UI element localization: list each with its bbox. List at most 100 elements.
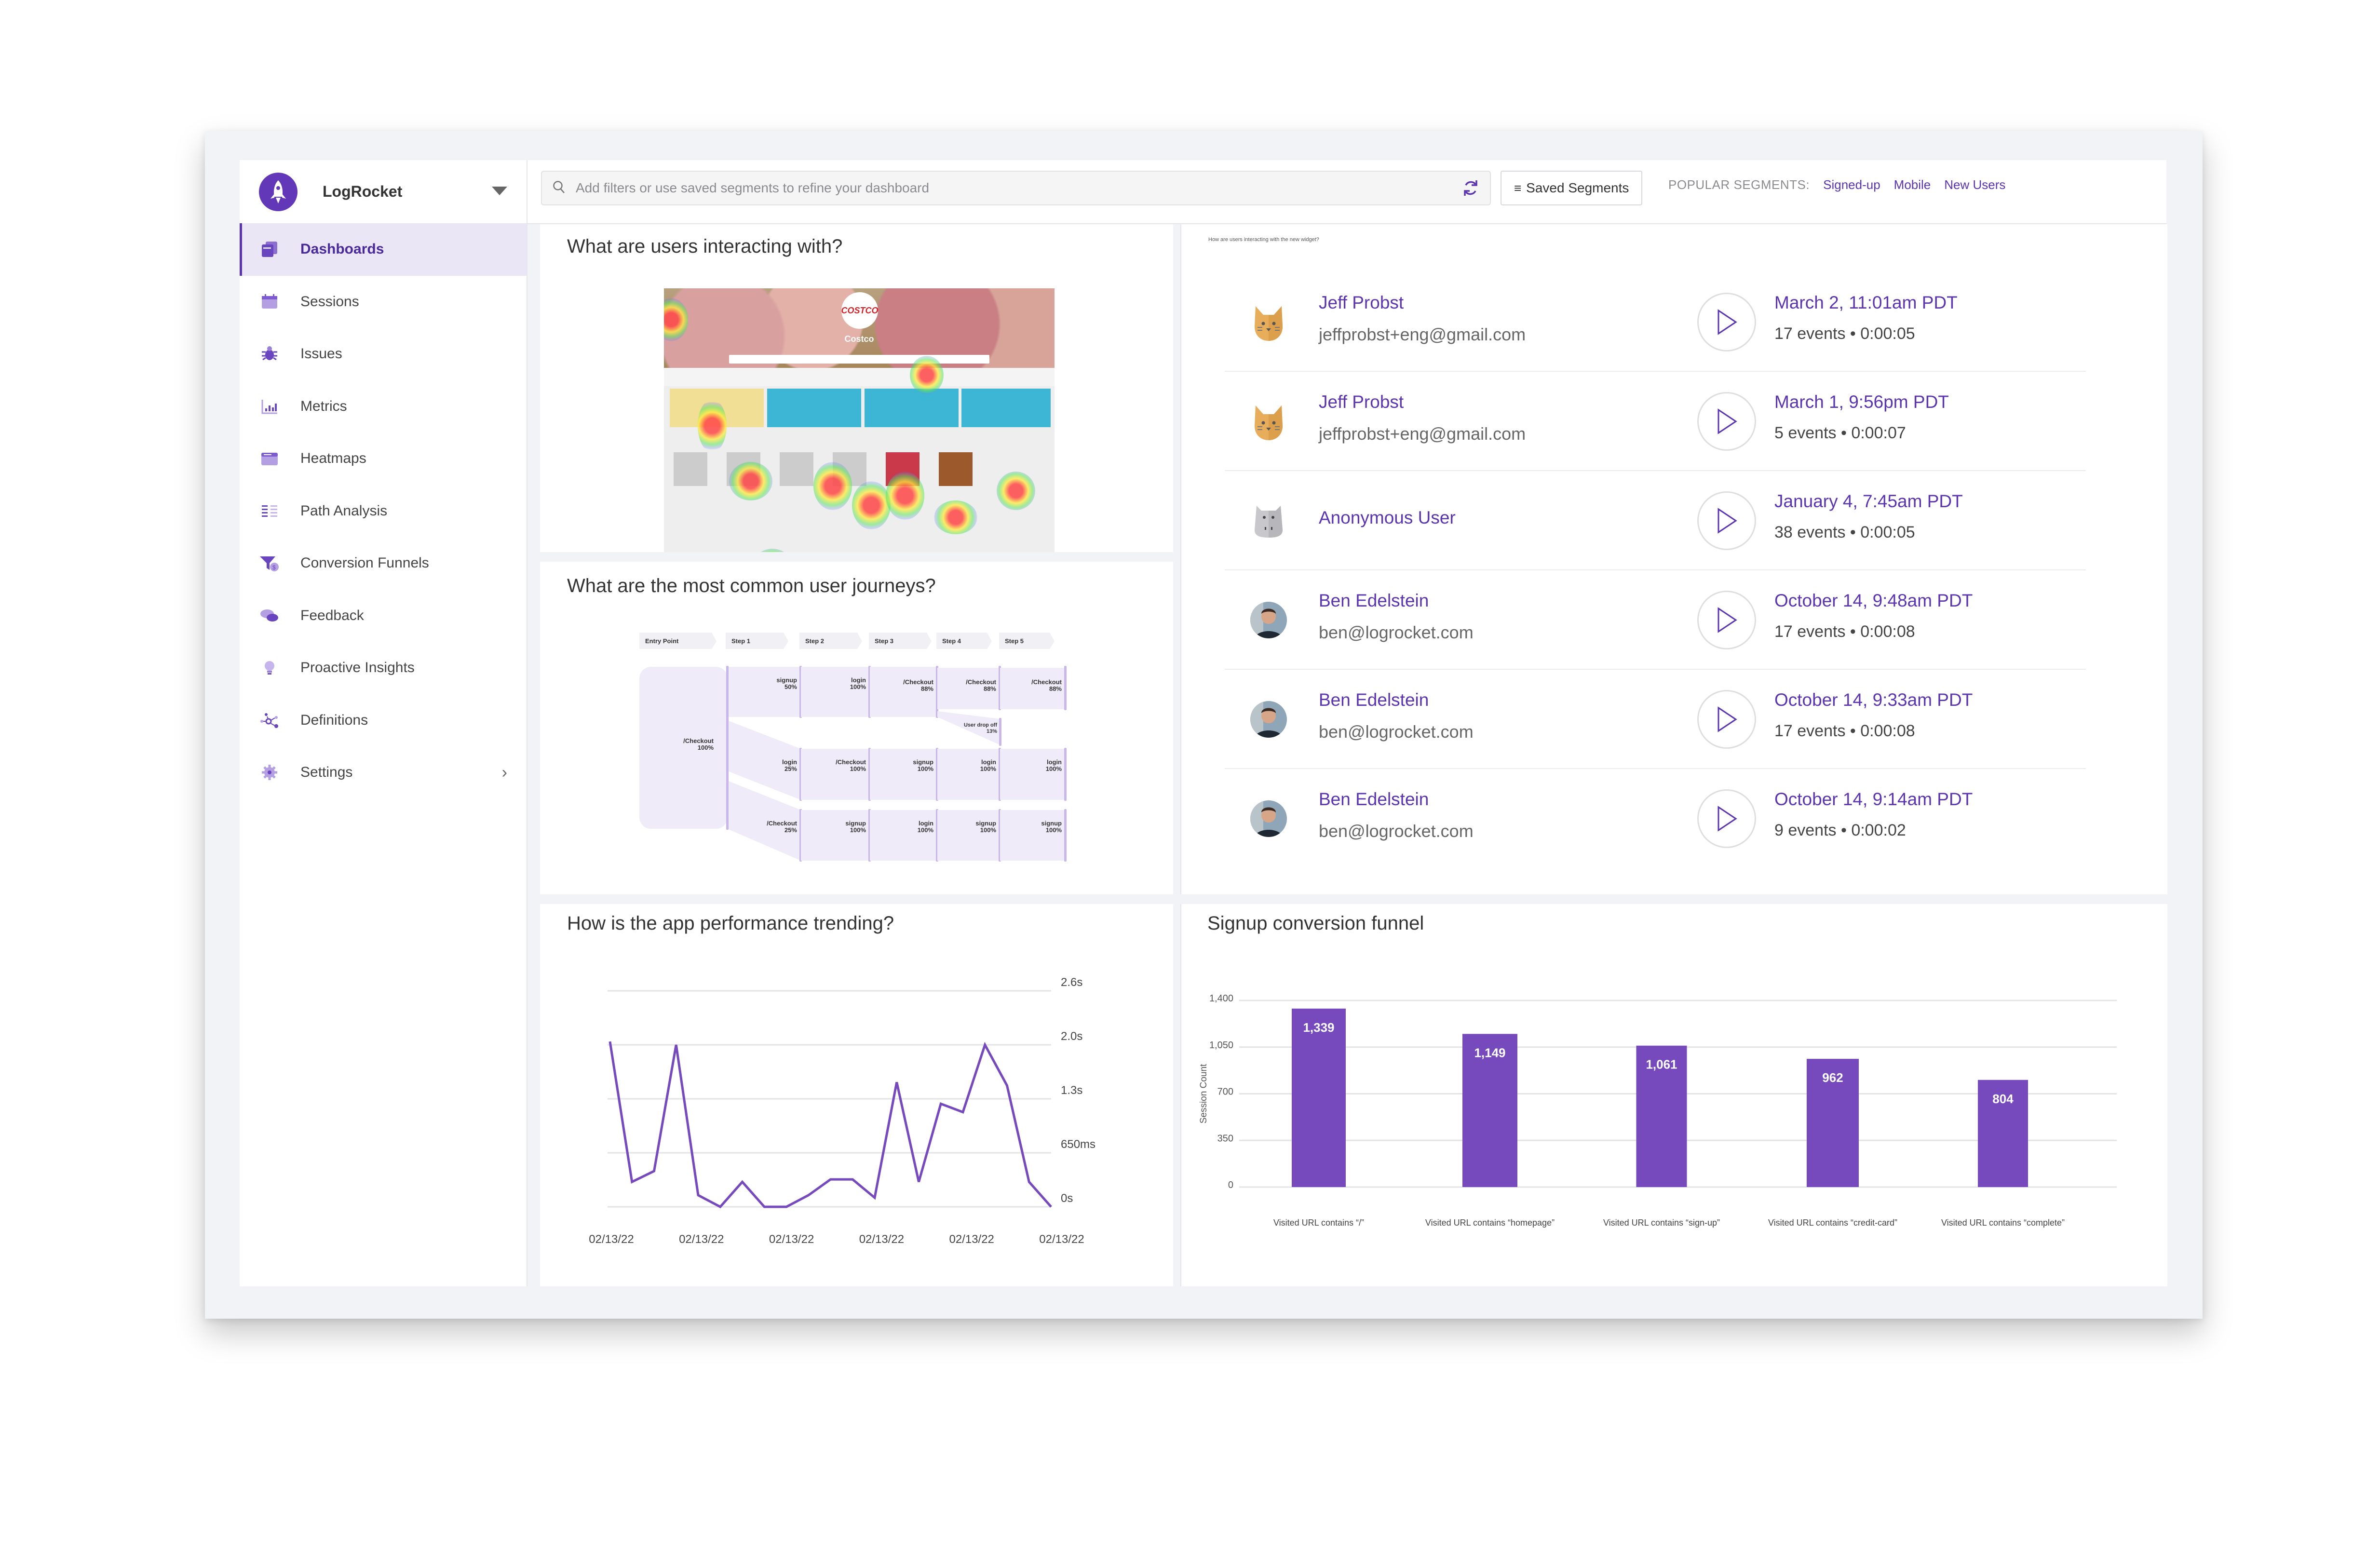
sidebar-item-label: Path Analysis [300, 502, 388, 519]
y-tick-label: 0s [1061, 1192, 1073, 1205]
play-icon [1717, 309, 1737, 335]
heat-blob [910, 356, 944, 394]
session-date-link[interactable]: March 1, 9:56pm PDT [1774, 392, 1949, 412]
user-email: ben@logrocket.com [1319, 821, 1474, 841]
flow-ribbon [870, 749, 937, 800]
x-category-label: Visited URL contains “sign-up” [1603, 1218, 1720, 1228]
step-label: Entry Point [645, 637, 679, 645]
x-tick-label: 02/13/22 [949, 1233, 994, 1246]
node-pct: 25% [784, 765, 797, 772]
sidebar-item-issues[interactable]: Issues [240, 328, 527, 380]
session-row[interactable]: Jeff Probst jeffprobst+eng@gmail.com March… [1225, 372, 2086, 471]
cat-avatar-icon [1249, 302, 1288, 342]
y-tick-label: 1,050 [1209, 1040, 1233, 1051]
play-session-button[interactable] [1697, 293, 1756, 351]
session-date-link[interactable]: October 14, 9:14am PDT [1774, 789, 1973, 810]
filter-search-input[interactable]: Add filters or use saved segments to ref… [541, 171, 1491, 205]
session-row[interactable]: Jeff Probst jeffprobst+eng@gmail.com March… [1225, 272, 2086, 372]
session-date-link[interactable]: January 4, 7:45am PDT [1774, 491, 1963, 512]
sidebar-item-proactive-insights[interactable]: Proactive Insights [240, 642, 527, 694]
x-tick-label: 02/13/22 [589, 1233, 634, 1246]
segment-link-mobile[interactable]: Mobile [1894, 177, 1931, 192]
product-tile [674, 452, 707, 486]
session-row[interactable]: Anonymous User January 4, 7:45am PDT 38 ev… [1225, 471, 2086, 570]
sidebar-item-dashboards[interactable]: Dashboards [240, 223, 527, 276]
flow-ribbon [801, 667, 870, 717]
heat-blob [751, 549, 794, 552]
play-icon [1717, 408, 1737, 434]
funnel-dollar-icon: $ [259, 553, 280, 574]
performance-line-chart: 0s 650ms 1.3s 2.0s 2.6s 02/13/22 02/13/22 02/13… [589, 976, 1095, 1246]
step-label: Step 2 [805, 637, 824, 645]
user-name-link[interactable]: Ben Edelstein [1319, 591, 1429, 611]
popular-segments-label: POPULAR SEGMENTS: [1668, 177, 1810, 192]
sessions-panel: How are users interacting with the new w… [1180, 224, 2167, 894]
y-tick-label: 1,400 [1209, 993, 1233, 1004]
x-category-label: Visited URL contains “complete” [1941, 1218, 2065, 1228]
play-session-button[interactable] [1697, 392, 1756, 451]
user-name-link[interactable]: Jeff Probst [1319, 392, 1404, 412]
performance-panel: How is the app performance trending? 0s 6… [540, 904, 1173, 1286]
svg-text:$: $ [272, 564, 276, 571]
cat-avatar-icon [1249, 402, 1288, 441]
session-date-link[interactable]: October 14, 9:48am PDT [1774, 591, 1973, 611]
saved-segments-button[interactable]: ≡ Saved Segments [1501, 171, 1643, 205]
bug-icon [259, 343, 280, 365]
play-session-button[interactable] [1697, 789, 1756, 848]
sidebar-item-feedback[interactable]: Feedback [240, 590, 527, 642]
store-name: Costco [844, 334, 874, 344]
play-session-button[interactable] [1697, 690, 1756, 749]
node-label: /Checkout [966, 678, 997, 686]
session-row[interactable]: Ben Edelstein ben@logrocket.com October 14… [1225, 670, 2086, 769]
hippo-avatar-icon [1249, 501, 1288, 540]
play-session-button[interactable] [1697, 591, 1756, 649]
heatmap-panel: What are users interacting with? COSTCO … [540, 224, 1173, 552]
browser-window-icon [259, 448, 280, 469]
chevron-right-icon[interactable]: › [502, 763, 507, 782]
sidebar-item-definitions[interactable]: Definitions [240, 694, 527, 747]
session-date-link[interactable]: October 14, 9:33am PDT [1774, 690, 1973, 710]
node-pct: 100% [850, 826, 866, 834]
sidebar-item-label: Feedback [300, 607, 364, 623]
dropoff-label: User drop off [964, 722, 997, 728]
widget-note: How are users interacting with the new w… [1208, 237, 1319, 243]
sidebar-item-settings[interactable]: Settings › [240, 746, 527, 799]
node-label: /Checkout [1031, 678, 1062, 686]
sidebar-item-heatmaps[interactable]: Heatmaps [240, 432, 527, 485]
y-tick-label: 350 [1217, 1133, 1233, 1144]
segment-link-new-users[interactable]: New Users [1944, 177, 2005, 192]
node-pct: 100% [1046, 765, 1062, 772]
heat-blob [886, 472, 924, 520]
step-label: Step 1 [731, 637, 750, 645]
heatmap-preview[interactable]: COSTCO Costco [664, 288, 1055, 552]
user-name-link[interactable]: Ben Edelstein [1319, 789, 1429, 810]
sidebar-item-conversion-funnels[interactable]: $ Conversion Funnels [240, 537, 527, 590]
session-row[interactable]: Ben Edelstein ben@logrocket.com October 14… [1225, 769, 2086, 867]
chat-bubbles-icon [259, 605, 280, 626]
caret-down-icon[interactable] [492, 187, 507, 195]
play-icon [1717, 607, 1737, 633]
node-bar [999, 718, 1001, 746]
node-label: login [981, 758, 996, 766]
org-switcher[interactable]: LogRocket [240, 160, 527, 223]
session-row[interactable]: Ben Edelstein ben@logrocket.com October 14… [1225, 570, 2086, 670]
session-date-link[interactable]: March 2, 11:01am PDT [1774, 293, 1958, 313]
sidebar-item-sessions[interactable]: Sessions [240, 276, 527, 328]
y-tick-label: 0 [1228, 1180, 1233, 1190]
user-name-link[interactable]: Jeff Probst [1319, 293, 1404, 313]
user-name-link[interactable]: Ben Edelstein [1319, 690, 1429, 710]
search-placeholder: Add filters or use saved segments to ref… [576, 180, 930, 195]
flow-ribbon [1000, 810, 1066, 861]
session-meta: 17 events • 0:00:08 [1774, 622, 1915, 641]
y-tick-label: 2.0s [1061, 1030, 1082, 1043]
bar-1[interactable] [1292, 1008, 1346, 1187]
segment-link-signed-up[interactable]: Signed-up [1823, 177, 1880, 192]
play-session-button[interactable] [1697, 491, 1756, 550]
node-pct: 100% [698, 744, 714, 751]
sidebar-item-metrics[interactable]: Metrics [240, 380, 527, 433]
sidebar-item-path-analysis[interactable]: Path Analysis [240, 485, 527, 538]
step-label: Step 3 [875, 637, 893, 645]
x-tick-label: 02/13/22 [679, 1233, 724, 1246]
user-name-link[interactable]: Anonymous User [1319, 508, 1456, 528]
refresh-icon[interactable] [1462, 178, 1479, 200]
